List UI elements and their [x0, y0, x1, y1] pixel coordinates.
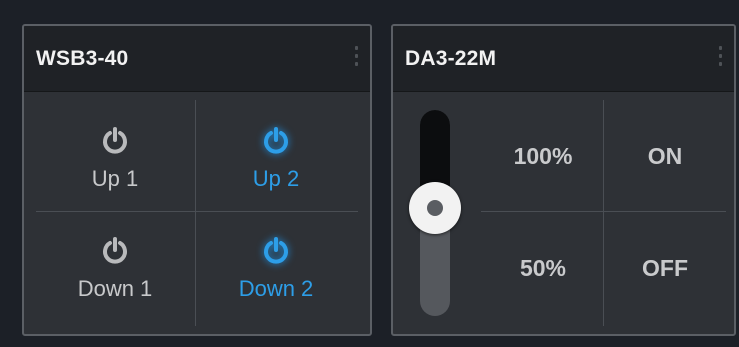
up-2-button[interactable]: Up 2 [196, 123, 356, 223]
card-header: DA3-22M [393, 26, 734, 92]
grid-divider [603, 100, 604, 326]
card-title: WSB3-40 [36, 47, 129, 70]
power-icon [103, 237, 127, 264]
power-icon [264, 127, 288, 154]
level-50-button[interactable]: 50% [483, 213, 603, 323]
handle-dot [427, 200, 443, 216]
down-1-button[interactable]: Down 1 [35, 233, 195, 333]
card-header: WSB3-40 [24, 26, 370, 92]
dimmer-slider-handle[interactable] [409, 182, 461, 234]
button-label: Up 2 [252, 166, 300, 191]
button-label: Up 1 [91, 166, 139, 191]
grid-divider [481, 211, 726, 212]
power-icon [103, 127, 127, 154]
kebab-menu-icon[interactable] [718, 46, 722, 66]
da3-22m-card: DA3-22M 100% 50% ON OFF [391, 24, 736, 336]
kebab-menu-icon[interactable] [354, 46, 358, 66]
up-1-button[interactable]: Up 1 [35, 123, 195, 223]
power-icon [264, 237, 288, 264]
on-button[interactable]: ON [605, 101, 725, 211]
button-label: Down 1 [77, 276, 153, 301]
card-title: DA3-22M [405, 47, 497, 70]
off-button[interactable]: OFF [605, 213, 725, 323]
wsb3-40-card: WSB3-40 Up 1 Up 2 Down 1 Down 2 [22, 24, 372, 336]
level-100-button[interactable]: 100% [483, 101, 603, 211]
down-2-button[interactable]: Down 2 [196, 233, 356, 333]
button-label: Down 2 [238, 276, 314, 301]
